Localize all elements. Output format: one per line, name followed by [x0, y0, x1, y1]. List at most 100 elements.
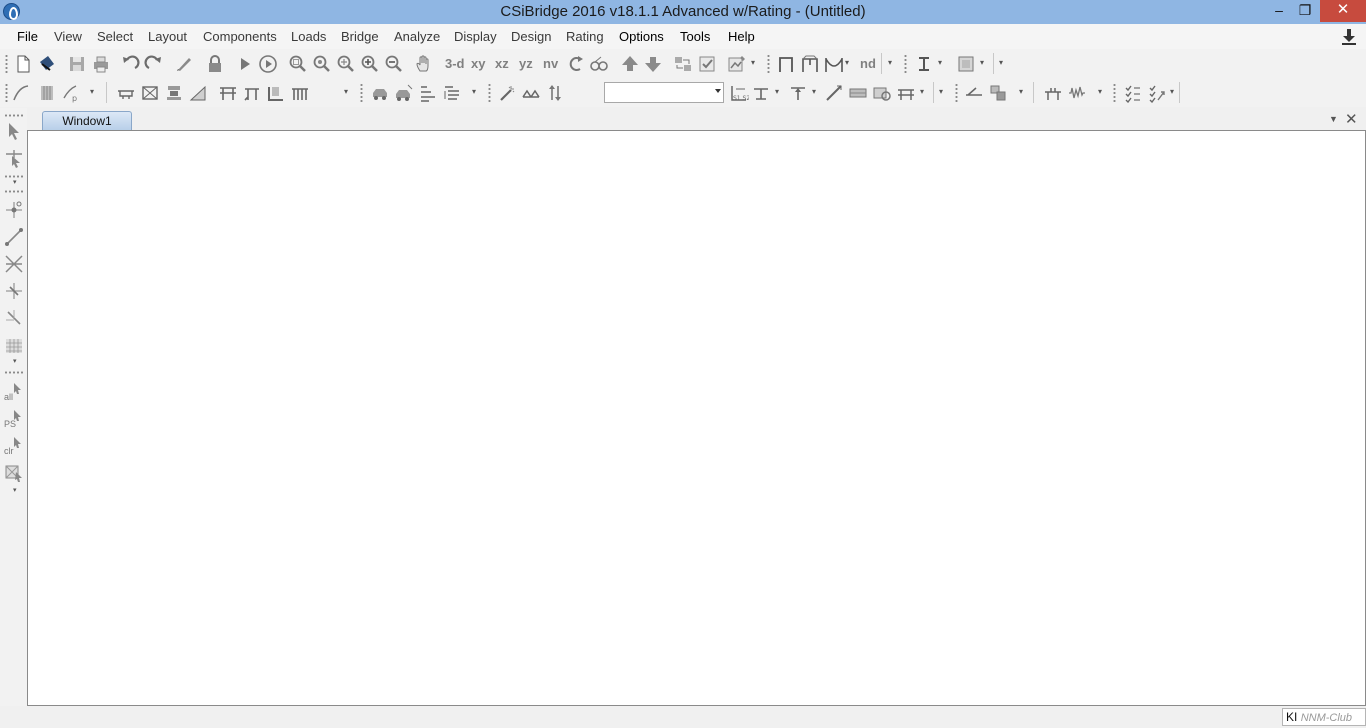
draw-cable-icon[interactable]	[824, 54, 844, 74]
analysis-dropdown[interactable]: ▾	[1098, 87, 1106, 97]
zoom-full-icon[interactable]	[336, 54, 356, 74]
parametric-variation-icon[interactable]	[188, 83, 208, 103]
select-all-button[interactable]: all	[4, 392, 13, 402]
moving-load-icon[interactable]	[1043, 83, 1063, 103]
components-dropdown[interactable]: ▾	[344, 87, 352, 97]
select-tools-dropdown[interactable]: ▾	[13, 178, 17, 186]
abutment-icon[interactable]	[218, 83, 238, 103]
area-section-icon[interactable]	[956, 54, 976, 74]
draw-curve-icon[interactable]	[11, 83, 31, 103]
toolbar-overflow-dropdown-3[interactable]: ▾	[939, 87, 947, 97]
tendon-icon[interactable]	[896, 83, 916, 103]
menu-components[interactable]: Components	[203, 29, 277, 44]
download-icon[interactable]	[1341, 28, 1357, 46]
run-analysis-icon[interactable]	[235, 54, 255, 74]
toolbar-grip[interactable]	[4, 190, 24, 193]
menu-options[interactable]: Options	[619, 29, 664, 44]
window-list-dropdown[interactable]: ▼	[1329, 114, 1338, 124]
menu-view[interactable]: View	[54, 29, 82, 44]
support-assign-dropdown[interactable]: ▾	[1019, 87, 1027, 97]
view-yz-button[interactable]: yz	[519, 56, 533, 71]
menu-tools[interactable]: Tools	[680, 29, 710, 44]
rotate-view-icon[interactable]	[566, 54, 586, 74]
hinge-icon[interactable]	[266, 83, 286, 103]
diaphragm-icon[interactable]	[140, 83, 160, 103]
check-model-icon[interactable]	[697, 54, 717, 74]
toolbar-grip[interactable]	[488, 83, 491, 103]
refresh-edit-icon[interactable]	[174, 54, 194, 74]
design-dropdown[interactable]: ▾	[1170, 87, 1178, 97]
menu-select[interactable]: Select	[97, 29, 133, 44]
section-cut-s1-s2-icon[interactable]: S1 S2	[729, 83, 749, 103]
move-up-icon[interactable]	[620, 54, 640, 74]
load-case-icon[interactable]	[442, 83, 462, 103]
area-section-dropdown[interactable]: ▾	[980, 58, 988, 68]
print-icon[interactable]	[91, 54, 111, 74]
reaction-icon[interactable]	[751, 83, 771, 103]
draw-cable-dropdown[interactable]: ▾	[845, 58, 853, 68]
draw-curve-dropdown[interactable]: ▾	[90, 87, 98, 97]
superstructure-icon[interactable]	[290, 83, 310, 103]
view-nd-button[interactable]: nd	[860, 56, 876, 71]
draw-brace-icon[interactable]	[824, 83, 844, 103]
rating-check-icon[interactable]	[1147, 83, 1167, 103]
time-history-icon[interactable]	[1067, 83, 1087, 103]
run-now-icon[interactable]	[258, 54, 278, 74]
toolbar-overflow-dropdown-2[interactable]: ▾	[999, 58, 1007, 68]
display-options-dropdown[interactable]: ▾	[751, 58, 759, 68]
clear-selection-button[interactable]: clr	[4, 446, 14, 456]
pan-hand-icon[interactable]	[414, 54, 434, 74]
view-nv-button[interactable]: nv	[543, 56, 558, 71]
menu-layout[interactable]: Layout	[148, 29, 187, 44]
close-button[interactable]: ✕	[1320, 0, 1366, 22]
vehicle-icon[interactable]	[370, 83, 390, 103]
toolbar-grip[interactable]	[5, 83, 8, 103]
view-xz-button[interactable]: xz	[495, 56, 509, 71]
menu-loads[interactable]: Loads	[291, 29, 326, 44]
menu-analyze[interactable]: Analyze	[394, 29, 440, 44]
menu-bridge[interactable]: Bridge	[341, 29, 379, 44]
open-template-icon[interactable]	[37, 54, 57, 74]
vehicle-class-icon[interactable]	[394, 83, 414, 103]
joint-force-icon[interactable]	[788, 83, 808, 103]
pointer-select-icon[interactable]	[4, 121, 24, 141]
design-check-icon[interactable]	[1123, 83, 1143, 103]
divide-icon[interactable]	[545, 83, 565, 103]
menu-help[interactable]: Help	[728, 29, 755, 44]
area-offset-icon[interactable]	[872, 83, 892, 103]
reaction-dropdown[interactable]: ▾	[775, 87, 783, 97]
draw-tools-dropdown[interactable]: ▾	[13, 357, 17, 365]
draw-special-joint-icon[interactable]	[4, 281, 24, 301]
toolbar-grip[interactable]	[955, 83, 958, 103]
toolbar-grip[interactable]	[4, 114, 24, 117]
joint-force-dropdown[interactable]: ▾	[812, 87, 820, 97]
close-window-icon[interactable]: ✕	[1345, 110, 1358, 128]
draw-link-icon[interactable]	[4, 308, 24, 328]
shell-area-icon[interactable]	[848, 83, 868, 103]
perspective-toggle-icon[interactable]	[589, 54, 609, 74]
menu-rating[interactable]: Rating	[566, 29, 604, 44]
zoom-restore-icon[interactable]	[312, 54, 332, 74]
menu-design[interactable]: Design	[511, 29, 551, 44]
support-assign-icon[interactable]	[988, 83, 1008, 103]
move-down-icon[interactable]	[643, 54, 663, 74]
layout-line-icon[interactable]	[37, 83, 57, 103]
menu-file[interactable]: File	[17, 29, 38, 44]
replicate-icon[interactable]	[521, 83, 541, 103]
lock-icon[interactable]	[205, 54, 225, 74]
link-element-icon[interactable]	[964, 83, 984, 103]
undo-icon[interactable]	[120, 54, 140, 74]
toolbar-grip[interactable]	[4, 371, 24, 374]
coordinate-system-select[interactable]	[604, 82, 724, 103]
bent-icon[interactable]	[242, 83, 262, 103]
selection-tools-dropdown[interactable]: ▾	[13, 486, 17, 494]
toolbar-grip[interactable]	[767, 54, 770, 74]
toolbar-grip[interactable]	[5, 54, 8, 74]
new-file-icon[interactable]	[13, 54, 33, 74]
view-xy-button[interactable]: xy	[471, 56, 485, 71]
draw-area-grid-icon[interactable]	[4, 336, 24, 356]
toolbar-grip[interactable]	[904, 54, 907, 74]
draw-joint-icon[interactable]	[4, 200, 24, 220]
named-views-icon[interactable]	[673, 54, 693, 74]
zoom-out-icon[interactable]	[384, 54, 404, 74]
